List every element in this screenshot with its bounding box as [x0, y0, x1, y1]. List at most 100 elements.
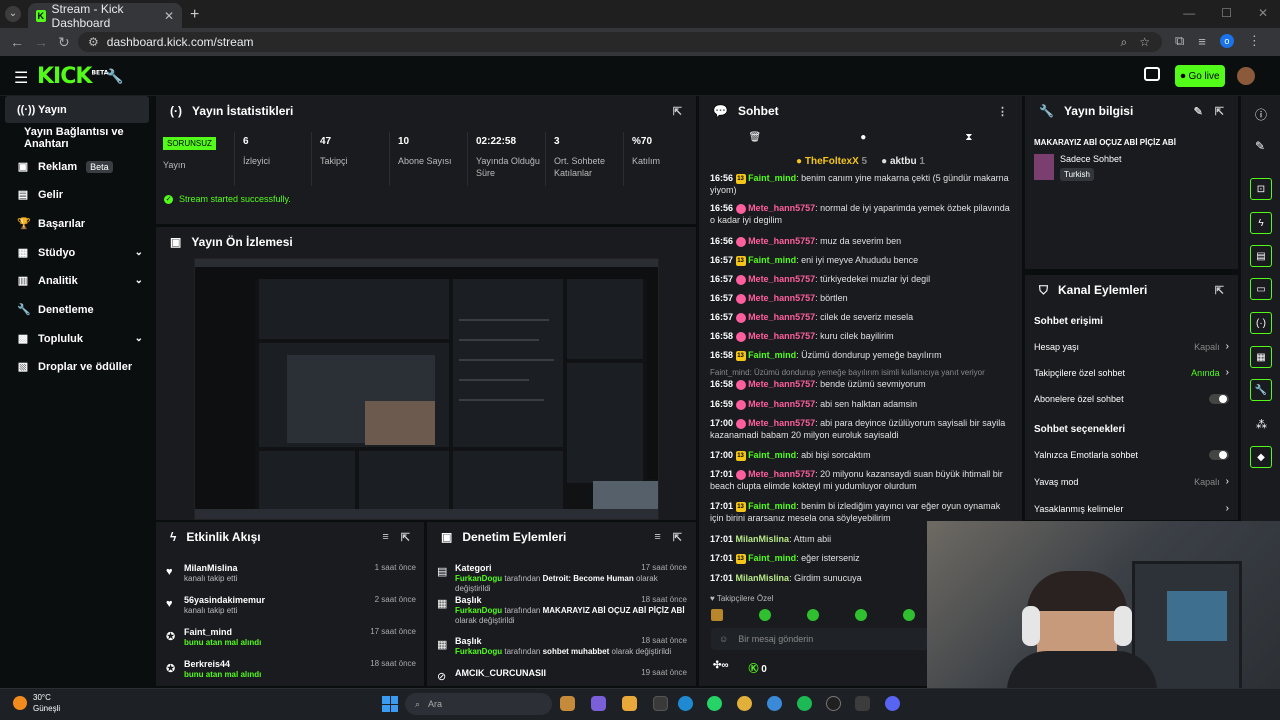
lightning-icon[interactable]: ϟ	[1250, 212, 1272, 234]
back-icon[interactable]: ←	[10, 34, 24, 50]
trash-icon[interactable]: 🗑	[749, 132, 762, 150]
chat-bubble-icon[interactable]: ●	[860, 132, 866, 150]
chat-icon[interactable]: ▭	[1250, 278, 1272, 300]
copilot-icon[interactable]	[591, 696, 606, 711]
chat-username[interactable]: Mete_hann5757	[748, 399, 815, 409]
chat-username[interactable]: Faint_mind	[748, 450, 796, 460]
setting-followers-only[interactable]: Takipçilere özel sohbet Anında ›	[1034, 367, 1229, 378]
reading-list-icon[interactable]: ≡	[1198, 34, 1206, 49]
site-info-icon[interactable]: ⚙	[88, 35, 99, 49]
clip-icon[interactable]: ⊡	[1250, 178, 1272, 200]
forward-icon[interactable]: →	[34, 34, 48, 50]
category-name[interactable]: Sadece Sohbet	[1060, 154, 1122, 164]
sidebar-item-stream-key[interactable]: Yayın Bağlantısı ve Anahtarı	[5, 124, 149, 151]
chat-username[interactable]: Mete_hann5757	[748, 312, 815, 322]
close-window-icon[interactable]: ✕	[1258, 6, 1268, 20]
chat-username[interactable]: MilanMislina	[736, 573, 790, 583]
popout-icon[interactable]: ⇱	[1215, 284, 1224, 297]
url-bar[interactable]: ⚙ dashboard.kick.com/stream ⌕ ☆	[78, 32, 1162, 52]
browser-tab[interactable]: K Stream - Kick Dashboard ✕	[28, 2, 182, 30]
terminal-icon[interactable]	[855, 696, 870, 711]
popout-icon[interactable]: ⇱	[1215, 105, 1224, 118]
extensions-icon[interactable]: ⧉	[1175, 33, 1184, 49]
maximize-icon[interactable]: ☐	[1221, 6, 1232, 20]
chat-username[interactable]: Faint_mind	[748, 501, 796, 511]
filter-icon[interactable]: ≡	[654, 531, 660, 544]
bookmark-star-icon[interactable]: ☆	[1139, 35, 1150, 50]
task-view-icon[interactable]	[560, 696, 575, 711]
emote[interactable]	[759, 609, 771, 621]
user-avatar[interactable]	[1237, 67, 1255, 85]
chat-username[interactable]: Mete_hann5757	[748, 469, 815, 479]
filter-icon[interactable]: ≡	[382, 531, 388, 544]
gifter-item[interactable]: ● aktbu 1	[881, 156, 925, 167]
kick-points[interactable]: Ⓚ 0	[749, 660, 767, 675]
moderation-icon[interactable]: ▦	[1250, 346, 1272, 368]
popout-icon[interactable]: ⇱	[401, 531, 410, 544]
discord-icon[interactable]	[885, 696, 900, 711]
windows-start-icon[interactable]	[382, 696, 398, 712]
sidebar-item-studyo[interactable]: ▦ Stüdyo ⌄	[5, 239, 149, 266]
subscribers-only-toggle[interactable]	[1209, 394, 1229, 404]
chat-username[interactable]: Mete_hann5757	[748, 203, 815, 213]
chat-username[interactable]: Mete_hann5757	[748, 293, 815, 303]
go-live-button[interactable]: ⏺ Go live	[1175, 65, 1225, 87]
emoji-icon[interactable]: ☺	[719, 634, 728, 644]
emote-only-toggle[interactable]	[1209, 450, 1229, 460]
new-tab-button[interactable]: +	[190, 6, 199, 24]
chat-username[interactable]: MilanMislina	[736, 534, 790, 544]
hourglass-icon[interactable]: ⧗	[965, 132, 972, 150]
chat-username[interactable]: Mete_hann5757	[748, 379, 815, 389]
obs-icon[interactable]	[1144, 67, 1160, 81]
points-icon[interactable]: ✣∞	[713, 660, 729, 675]
emote[interactable]	[855, 609, 867, 621]
sidebar-item-reklam[interactable]: ▣ Reklam Beta	[5, 153, 149, 180]
chat-username[interactable]: Faint_mind	[748, 350, 796, 360]
wrench-icon[interactable]: 🔧	[1250, 379, 1272, 401]
more-options-icon[interactable]: ⋮	[997, 105, 1008, 118]
chat-username[interactable]: Faint_mind	[748, 255, 796, 265]
chat-username[interactable]: Faint_mind	[748, 173, 796, 183]
notes-icon[interactable]: ▤	[1250, 245, 1272, 267]
profile-avatar[interactable]: o	[1219, 34, 1234, 48]
emote[interactable]	[711, 609, 723, 621]
popout-icon[interactable]: ⇱	[673, 105, 682, 118]
setting-slow-mode[interactable]: Yavaş mod Kapalı ›	[1034, 476, 1229, 487]
sidebar-item-topluluk[interactable]: ▩ Topluluk ⌄	[5, 325, 149, 352]
community-icon[interactable]: ⁂	[1256, 418, 1267, 431]
edit-icon[interactable]: ✎	[1194, 105, 1203, 118]
file-explorer-icon[interactable]	[622, 696, 637, 711]
edge-icon[interactable]	[678, 696, 693, 711]
reload-icon[interactable]: ↻	[58, 34, 70, 51]
sidebar-item-denetleme[interactable]: 🔧 Denetleme	[5, 296, 149, 323]
info-icon[interactable]: ⓘ	[1255, 106, 1267, 123]
chat-username[interactable]: Mete_hann5757	[748, 331, 815, 341]
sidebar-item-gelir[interactable]: ▤ Gelir	[5, 181, 149, 208]
creator-tools-icon[interactable]: 🔧	[106, 68, 123, 85]
minimize-icon[interactable]: —	[1183, 6, 1195, 20]
prediction-icon[interactable]: ◆	[1250, 446, 1272, 468]
chat-username[interactable]: Mete_hann5757	[748, 236, 815, 246]
edit-icon[interactable]: ✎	[1255, 139, 1265, 153]
weather-widget[interactable]: 30°C Güneşli	[13, 692, 60, 714]
menu-icon[interactable]: ☰	[14, 68, 28, 88]
setting-banned-words[interactable]: Yasaklanmış kelimeler ›	[1034, 503, 1229, 514]
sidebar-item-yayin[interactable]: ((·)) Yayın	[5, 96, 149, 123]
chrome-profile-icon[interactable]	[767, 696, 782, 711]
spotify-icon[interactable]	[797, 696, 812, 711]
taskbar-search[interactable]: ⌕ Ara	[405, 693, 552, 715]
sidebar-item-basarilar[interactable]: 🏆 Başarılar	[5, 210, 149, 237]
sidebar-item-analitik[interactable]: ▥ Analitik ⌄	[5, 267, 149, 294]
whatsapp-icon[interactable]	[707, 696, 722, 711]
chat-username[interactable]: Mete_hann5757	[748, 418, 815, 428]
broadcast-icon[interactable]: (·)	[1250, 312, 1272, 334]
emote[interactable]	[903, 609, 915, 621]
zoom-icon[interactable]: ⌕	[1121, 35, 1128, 50]
emote[interactable]	[807, 609, 819, 621]
tab-list-button[interactable]: ⌄	[5, 6, 21, 22]
chat-username[interactable]: Mete_hann5757	[748, 274, 815, 284]
close-tab-icon[interactable]: ✕	[164, 9, 174, 23]
gifter-item[interactable]: ● TheFoltexX 5	[796, 156, 867, 167]
obs-taskbar-icon[interactable]	[826, 696, 841, 711]
chat-username[interactable]: Faint_mind	[748, 553, 796, 563]
